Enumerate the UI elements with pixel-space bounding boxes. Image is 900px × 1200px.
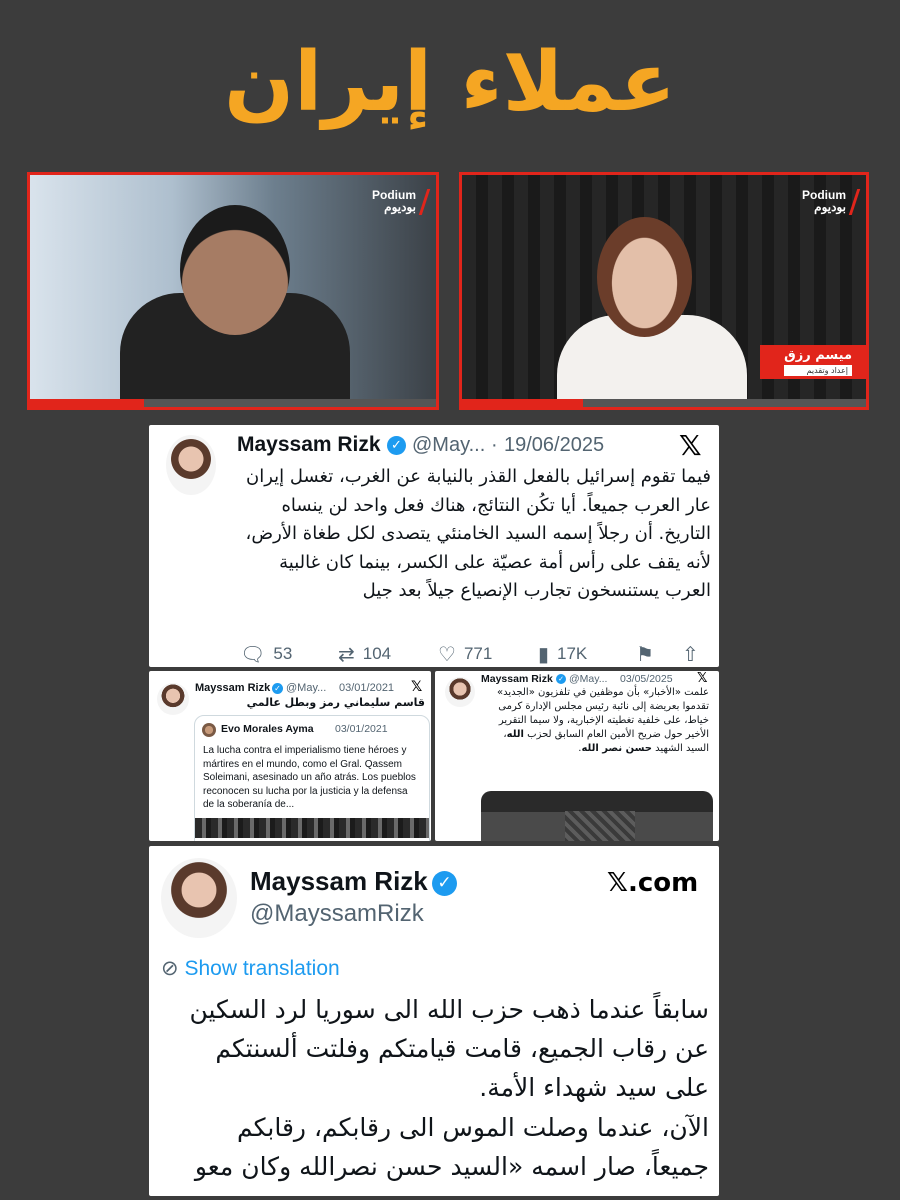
verified-badge-icon: ✓	[272, 683, 283, 694]
verified-badge-icon: ✓	[556, 674, 566, 684]
verified-badge-icon: ✓	[432, 871, 457, 896]
quoted-author-name[interactable]: Evo Morales Ayma	[221, 723, 314, 735]
author-name[interactable]: Mayssam Rizk	[250, 866, 428, 897]
tweet-date[interactable]: 03/01/2021	[339, 682, 394, 694]
tweet-date[interactable]: 19/06/2025	[504, 434, 604, 457]
share-button[interactable]: ⇧	[682, 642, 707, 667]
banner-title: عملاء إيران	[224, 35, 676, 130]
author-handle[interactable]: @May...	[412, 434, 485, 457]
like-button[interactable]: ♡ 771	[438, 642, 492, 667]
protest-photo	[195, 818, 429, 838]
avatar[interactable]	[166, 435, 216, 495]
tweet-text: قاسم سليماني رمز وبطل عالمي	[246, 696, 425, 709]
tweet-paragraph-1: سابقاً عندما ذهب حزب الله الى سوريا لرد …	[189, 995, 709, 1102]
tweet-text-bold: الله	[506, 729, 524, 740]
verified-badge-icon: ✓	[387, 436, 406, 455]
translate-icon: ⊘	[161, 957, 179, 980]
reply-icon: 🗨	[240, 644, 266, 666]
bookmark-icon: ⚑	[636, 644, 654, 666]
views-icon: ▮	[538, 644, 550, 666]
avatar[interactable]	[445, 677, 475, 707]
show-translation-label: Show translation	[184, 957, 340, 980]
tweet-card-aljadeed[interactable]: Mayssam Rizk ✓ @May... 03/05/2025 𝕏 علمت…	[435, 671, 719, 841]
podium-logo: Podium بوديوم	[802, 189, 861, 215]
tweet-text: فيما تقوم إسرائيل بالفعل القذر بالنيابة …	[245, 466, 711, 601]
author-name[interactable]: Mayssam Rizk	[195, 682, 270, 694]
speaker-head	[180, 205, 290, 335]
quoted-text: La lucha contra el imperialismo tiene hé…	[203, 745, 416, 810]
tweet-date[interactable]: 03/05/2025	[620, 673, 673, 685]
x-com-brand[interactable]: 𝕏.com	[607, 868, 698, 898]
quoted-tweet[interactable]: Evo Morales Ayma 03/01/2021 La lucha con…	[194, 715, 430, 841]
reply-button[interactable]: 🗨 53	[240, 642, 292, 667]
video-frame-left[interactable]: Podium بوديوم	[27, 172, 439, 410]
heart-icon: ♡	[438, 644, 456, 666]
video-progress-bar[interactable]	[462, 399, 866, 407]
bookmark-button[interactable]: ⚑	[636, 642, 662, 667]
author-handle[interactable]: @MayssamRizk	[250, 900, 424, 928]
tweet-actions: 🗨 53 ⇄ 104 ♡ 771 ▮ 17K ⚑ ⇧	[90, 642, 710, 668]
author-name[interactable]: Mayssam Rizk	[237, 433, 381, 457]
quoted-avatar	[202, 723, 216, 737]
x-logo-icon[interactable]: 𝕏	[697, 671, 707, 686]
date-separator: ·	[491, 434, 498, 456]
tweet-text: علمت «الأخبار» بأن موظفين في تلفزيون «ال…	[481, 686, 709, 756]
views-stat[interactable]: ▮ 17K	[538, 642, 587, 667]
avatar[interactable]	[161, 858, 237, 938]
presenter-name: ميسم رزق	[784, 348, 852, 363]
tweet-text-bold: حسن نصر الله	[581, 743, 652, 754]
video-frame-right[interactable]: Podium بوديوم ميسم رزق إعداد وتقديم	[459, 172, 869, 410]
tweet-card-soleimani[interactable]: Mayssam Rizk ✓ @May... 03/01/2021 𝕏 قاسم…	[149, 671, 431, 841]
retweet-button[interactable]: ⇄ 104	[338, 642, 391, 667]
video-progress-bar[interactable]	[30, 399, 436, 407]
presenter-role: إعداد وتقديم	[784, 365, 852, 376]
tweet-paragraph-2: الآن، عندما وصلت الموس الى رقابكم، رقابك…	[194, 1113, 709, 1196]
tweet-text-part: علمت «الأخبار» بأن موظفين في تلفزيون «ال…	[497, 687, 709, 740]
shrine-photo[interactable]	[481, 791, 713, 841]
author-name[interactable]: Mayssam Rizk	[481, 673, 553, 685]
tweet-card-bottom[interactable]: Mayssam Rizk ✓ @MayssamRizk 𝕏.com ⊘ Show…	[149, 846, 719, 1196]
retweet-icon: ⇄	[338, 644, 355, 666]
show-translation-button[interactable]: ⊘ Show translation	[161, 956, 340, 981]
tweet-card-main[interactable]: Mayssam Rizk ✓ @May... 19/06/2025 · 𝕏 في…	[149, 425, 719, 667]
author-handle[interactable]: @May...	[286, 682, 326, 694]
share-icon: ⇧	[682, 644, 699, 666]
author-handle[interactable]: @May...	[569, 673, 607, 685]
podium-logo: Podium بوديوم	[372, 189, 431, 215]
x-logo-icon[interactable]: 𝕏	[411, 679, 422, 695]
quoted-date[interactable]: 03/01/2021	[335, 723, 388, 735]
lower-third-caption: ميسم رزق إعداد وتقديم	[760, 345, 866, 379]
presenter-head	[597, 217, 692, 337]
lattice-screen	[564, 811, 635, 841]
avatar[interactable]	[157, 683, 189, 715]
x-logo-icon[interactable]: 𝕏	[679, 429, 702, 462]
